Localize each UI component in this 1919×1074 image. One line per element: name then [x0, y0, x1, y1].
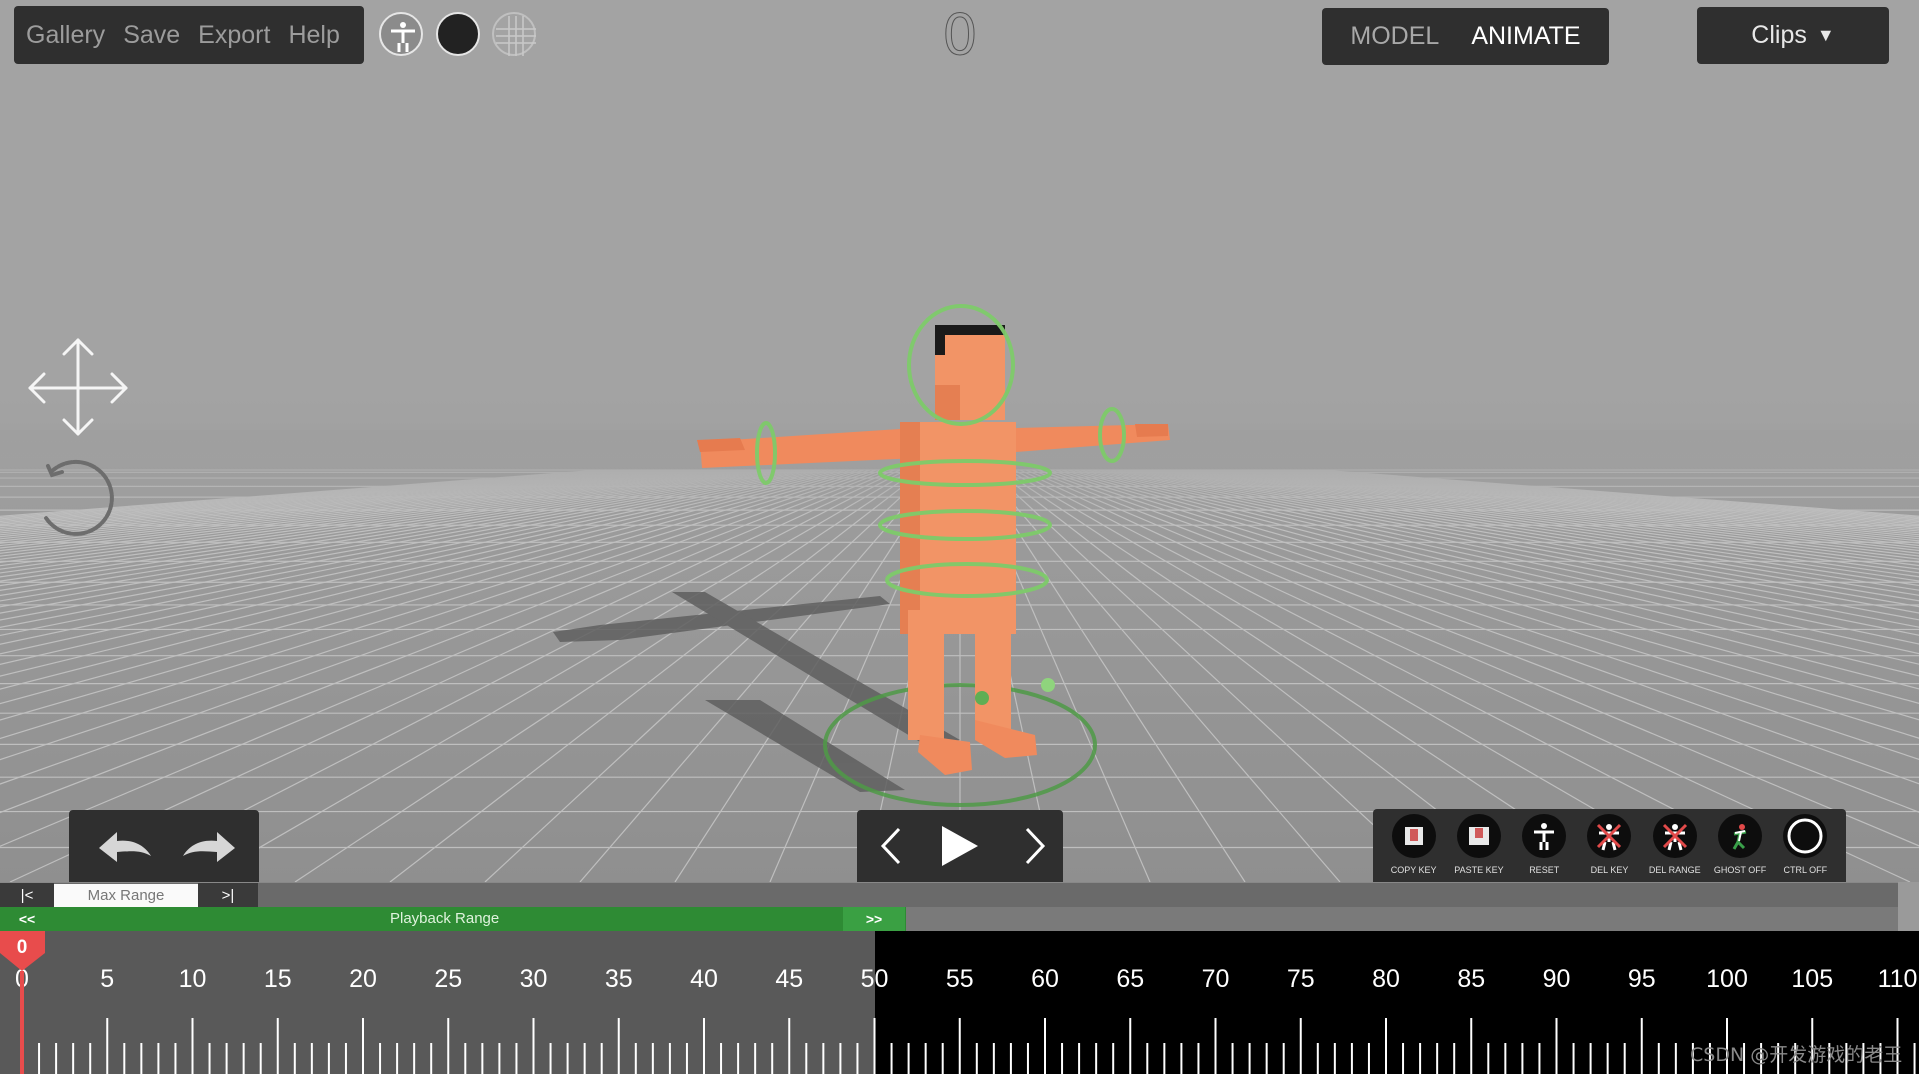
- tick-label: 50: [861, 965, 889, 993]
- clips-dropdown[interactable]: Clips ▼: [1697, 7, 1889, 64]
- tick-label: 100: [1706, 965, 1748, 993]
- tick-label: 30: [520, 965, 548, 993]
- solid-view-icon[interactable]: [436, 12, 480, 56]
- menu-save[interactable]: Save: [123, 21, 180, 50]
- ctrl-toggle-button[interactable]: CTRL OFF: [1776, 814, 1834, 875]
- ghost-toggle-button[interactable]: GHOST OFF: [1711, 814, 1769, 875]
- menu-help[interactable]: Help: [288, 21, 339, 50]
- jump-start-button[interactable]: |<: [0, 883, 54, 907]
- jump-end-button[interactable]: >|: [198, 883, 258, 907]
- paste-key-icon: [1456, 814, 1501, 858]
- tick-label: 70: [1202, 965, 1230, 993]
- tick-label: 60: [1031, 965, 1059, 993]
- playback-range-row: Playback Range << >>: [0, 907, 1898, 931]
- max-range-bar[interactable]: Max Range: [54, 884, 198, 907]
- copy-key-icon: [1391, 814, 1436, 858]
- key-tools-panel: COPY KEY PASTE KEY RESET DEL KEY DEL RAN…: [1373, 809, 1846, 882]
- skeleton-view-icon[interactable]: [379, 12, 423, 56]
- watermark: CSDN @开发游戏的老王: [1690, 1044, 1903, 1066]
- history-controls: [69, 810, 259, 882]
- menu-gallery[interactable]: Gallery: [26, 21, 105, 50]
- playback-end-handle[interactable]: >>: [843, 907, 905, 931]
- 3d-viewport[interactable]: Gallery Save Export Help 0 MODEL ANIMATE…: [0, 0, 1919, 882]
- chevron-down-icon: ▼: [1816, 25, 1835, 45]
- tick-label: 40: [690, 965, 718, 993]
- menu-export[interactable]: Export: [198, 21, 270, 50]
- wireframe-view-icon[interactable]: [492, 12, 536, 56]
- tick-label: 45: [775, 965, 803, 993]
- tick-label: 80: [1372, 965, 1400, 993]
- max-range-row: |< Max Range >|: [0, 882, 1898, 907]
- move-icon[interactable]: [28, 338, 128, 436]
- mode-switch: MODEL ANIMATE: [1322, 8, 1609, 65]
- playback-controls: [857, 810, 1063, 882]
- tick-label: 90: [1543, 965, 1571, 993]
- redo-icon[interactable]: [183, 832, 235, 862]
- playback-start-handle[interactable]: <<: [0, 907, 54, 931]
- tick-label: 75: [1287, 965, 1315, 993]
- delete-range-icon: [1652, 814, 1697, 858]
- timeline-ruler[interactable]: 0 5 10 15 20 25 30 35 40 45 50 55 60 65 70 75 80 85 90 95 10…: [0, 931, 1919, 1074]
- current-frame-display: 0: [942, 3, 979, 68]
- playback-range-label: Playback Range: [390, 910, 500, 927]
- copy-key-button[interactable]: COPY KEY: [1385, 814, 1443, 875]
- playhead-frame-label: 0: [17, 937, 28, 958]
- tick-label: 15: [264, 965, 292, 993]
- paste-key-button[interactable]: PASTE KEY: [1450, 814, 1508, 875]
- tick-label: 110: [1878, 965, 1918, 993]
- clips-label: Clips: [1751, 21, 1807, 49]
- reset-button[interactable]: RESET: [1515, 814, 1573, 875]
- reset-pose-icon: [1522, 814, 1567, 858]
- tick-label: 95: [1628, 965, 1656, 993]
- tick-label: 105: [1791, 965, 1833, 993]
- ctrl-ring-icon: [1783, 814, 1828, 858]
- tick-label: 25: [434, 965, 462, 993]
- tick-label: 10: [179, 965, 207, 993]
- mode-animate-tab[interactable]: ANIMATE: [1471, 22, 1580, 51]
- next-frame-icon[interactable]: [1025, 827, 1046, 865]
- main-menu: Gallery Save Export Help: [14, 6, 364, 64]
- mode-model-tab[interactable]: MODEL: [1350, 22, 1439, 51]
- play-icon[interactable]: [942, 826, 978, 866]
- delete-range-button[interactable]: DEL RANGE: [1646, 814, 1704, 875]
- tick-label: 5: [100, 965, 114, 993]
- delete-key-button[interactable]: DEL KEY: [1580, 814, 1638, 875]
- prev-frame-icon[interactable]: [880, 827, 901, 865]
- tick-label: 35: [605, 965, 633, 993]
- tick-label: 20: [349, 965, 377, 993]
- delete-key-icon: [1587, 814, 1632, 858]
- undo-icon[interactable]: [99, 832, 151, 862]
- tick-label: 85: [1457, 965, 1485, 993]
- tick-label: 55: [946, 965, 974, 993]
- tick-label: 65: [1116, 965, 1144, 993]
- scene-canvas[interactable]: [0, 0, 1919, 882]
- ghost-icon: [1718, 814, 1763, 858]
- playback-range-bar[interactable]: Playback Range: [0, 907, 906, 931]
